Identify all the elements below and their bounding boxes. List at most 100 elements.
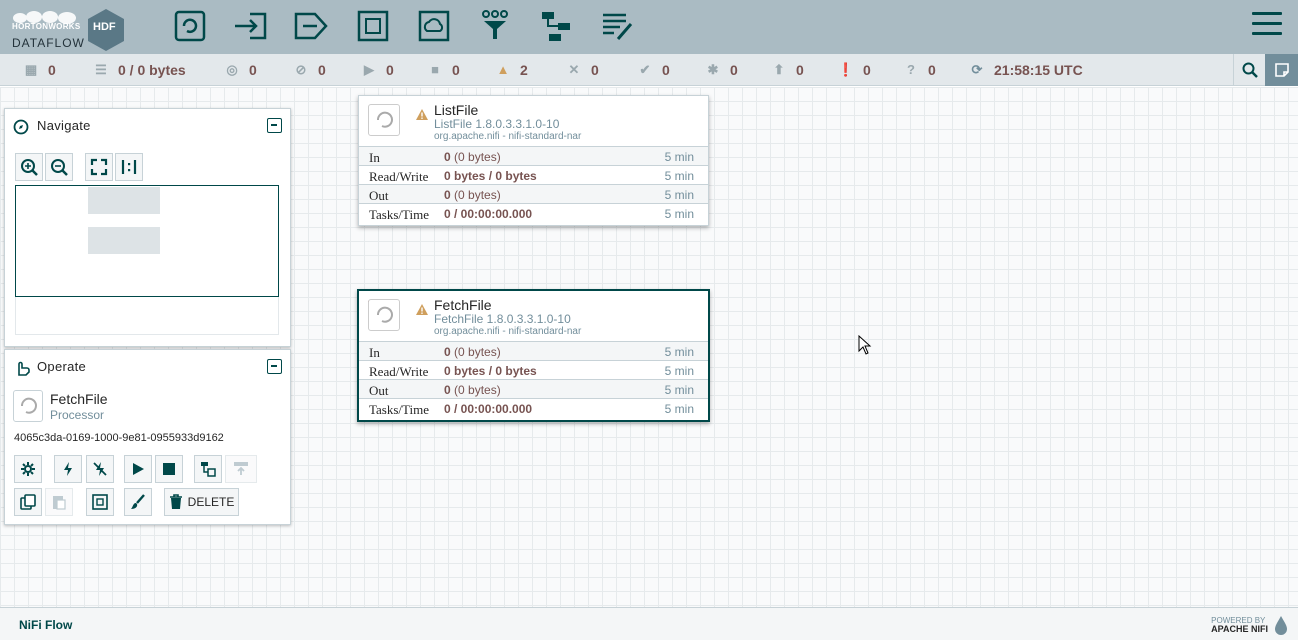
processor-type: FetchFile 1.8.0.3.3.1.0-10	[434, 312, 571, 326]
locally-modified-asterisk-icon: ✱	[707, 62, 719, 77]
warning-icon[interactable]	[415, 303, 429, 316]
bulletin-board-button[interactable]	[1265, 54, 1298, 86]
birdseye-scroll-area	[15, 297, 279, 335]
warning-icon[interactable]	[415, 108, 429, 121]
invalid-count: 2	[520, 62, 528, 78]
locally-modified-stale-icon: ❗	[837, 62, 855, 77]
refresh-icon[interactable]: ⟳	[968, 63, 986, 77]
processor-fetchfile[interactable]: FetchFile FetchFile 1.8.0.3.3.1.0-10 org…	[357, 289, 710, 422]
processor-bundle: org.apache.nifi - nifi-standard-nar	[434, 326, 582, 337]
stats-extra: (0 bytes)	[450, 188, 501, 202]
zoom-in-button[interactable]	[15, 153, 43, 181]
stats-time: 5 min	[664, 207, 694, 221]
color-button[interactable]	[124, 488, 152, 516]
processor-name: FetchFile	[434, 297, 492, 313]
processor-icon	[368, 299, 400, 331]
processor-tool[interactable]	[170, 6, 210, 46]
selected-component-name: FetchFile	[50, 391, 108, 407]
stats-label: Read/Write	[369, 364, 429, 379]
group-icon	[92, 494, 108, 510]
configure-button[interactable]	[14, 455, 42, 483]
enable-button[interactable]	[54, 455, 82, 483]
stats-time: 5 min	[664, 169, 694, 183]
stats-time: 5 min	[664, 188, 694, 202]
copy-icon	[20, 494, 36, 510]
transmitting-icon: ◎	[226, 62, 238, 77]
delete-button[interactable]: DELETE	[164, 488, 239, 516]
processor-icon	[368, 104, 400, 136]
processor-type: ListFile 1.8.0.3.3.1.0-10	[434, 117, 560, 131]
disabled-count: 0	[591, 62, 599, 78]
label-icon	[603, 13, 633, 40]
stopped-count: 0	[452, 62, 460, 78]
output-port-tool[interactable]	[291, 6, 331, 46]
hortonworks-dataflow-logo: HORTONWORKS DATAFLOW HDF	[8, 6, 126, 51]
label-tool[interactable]	[597, 6, 637, 46]
stats-label: In	[369, 345, 380, 360]
zoom-out-button[interactable]	[45, 153, 73, 181]
search-button[interactable]	[1233, 54, 1265, 86]
start-button[interactable]	[124, 455, 152, 483]
group-button[interactable]	[86, 488, 114, 516]
not-transmitting-icon: ⊘	[295, 62, 307, 77]
stats-value: 0 bytes / 0 bytes	[444, 364, 537, 378]
remote-process-group-tool[interactable]	[414, 6, 454, 46]
flow-canvas[interactable]: Navigate Operate FetchFile Processor 406…	[0, 87, 1298, 607]
disabled-icon: ✕	[568, 62, 580, 77]
disable-button[interactable]	[86, 455, 114, 483]
running-icon: ▶	[364, 62, 374, 77]
stats-value: 0	[444, 383, 451, 397]
zoom-out-icon	[51, 159, 68, 176]
birdseye-view[interactable]	[15, 185, 279, 297]
disable-icon	[93, 462, 107, 476]
search-icon	[1242, 62, 1258, 78]
logo-product: DATAFLOW	[12, 36, 85, 50]
stats-label: Out	[369, 188, 389, 203]
processor-listfile[interactable]: ListFile ListFile 1.8.0.3.3.1.0-10 org.a…	[358, 95, 709, 226]
compass-icon	[13, 119, 29, 135]
stats-value: 0 / 00:00:00.000	[444, 402, 533, 416]
breadcrumb-nifi-flow[interactable]: NiFi Flow	[19, 618, 72, 632]
expand-fit-icon	[90, 158, 108, 176]
input-port-icon	[235, 12, 267, 40]
powered-by-apache-nifi: POWERED BY APACHE NIFI	[1211, 616, 1268, 634]
sticky-note-icon	[1274, 63, 1289, 77]
template-tool[interactable]	[536, 6, 576, 46]
operate-panel: Operate FetchFile Processor 4065c3da-016…	[4, 349, 291, 525]
queued-list-icon: ☰	[95, 62, 107, 77]
stats-extra: (0 bytes)	[450, 383, 501, 397]
stats-row-out: Out 0 (0 bytes) 5 min	[359, 184, 708, 203]
paste-button[interactable]	[45, 488, 73, 516]
operate-collapse-button[interactable]	[267, 359, 282, 374]
active-threads-icon: ▦	[24, 62, 38, 77]
input-port-tool[interactable]	[230, 6, 270, 46]
zoom-in-icon	[21, 159, 38, 176]
stop-button[interactable]	[155, 455, 183, 483]
birdseye-processor	[88, 227, 160, 254]
create-template-button[interactable]	[194, 455, 222, 483]
fit-button[interactable]	[85, 153, 113, 181]
stats-label: In	[369, 150, 380, 165]
funnel-tool[interactable]	[475, 6, 515, 46]
copy-button[interactable]	[14, 488, 42, 516]
upload-template-button[interactable]	[225, 455, 257, 483]
stats-label: Tasks/Time	[369, 207, 430, 222]
active-threads-count: 0	[48, 62, 56, 78]
trash-icon	[169, 494, 182, 509]
navigate-collapse-button[interactable]	[267, 118, 282, 133]
stats-row-tasks-time: Tasks/Time 0 / 00:00:00.000 5 min	[359, 203, 708, 222]
process-group-icon	[357, 10, 389, 42]
actual-size-button[interactable]	[115, 153, 143, 181]
stats-value: 0	[444, 188, 451, 202]
process-group-tool[interactable]	[353, 6, 393, 46]
global-menu-button[interactable]	[1252, 12, 1282, 38]
transmitting-count: 0	[249, 62, 257, 78]
processor-name: ListFile	[434, 102, 479, 118]
stats-row-out: Out 0 (0 bytes) 5 min	[359, 379, 708, 398]
play-icon	[133, 463, 144, 475]
stats-time: 5 min	[664, 150, 694, 164]
running-count: 0	[386, 62, 394, 78]
stats-label: Tasks/Time	[369, 402, 430, 417]
actual-size-icon	[121, 160, 137, 174]
top-header: HORTONWORKS DATAFLOW HDF	[0, 0, 1298, 54]
